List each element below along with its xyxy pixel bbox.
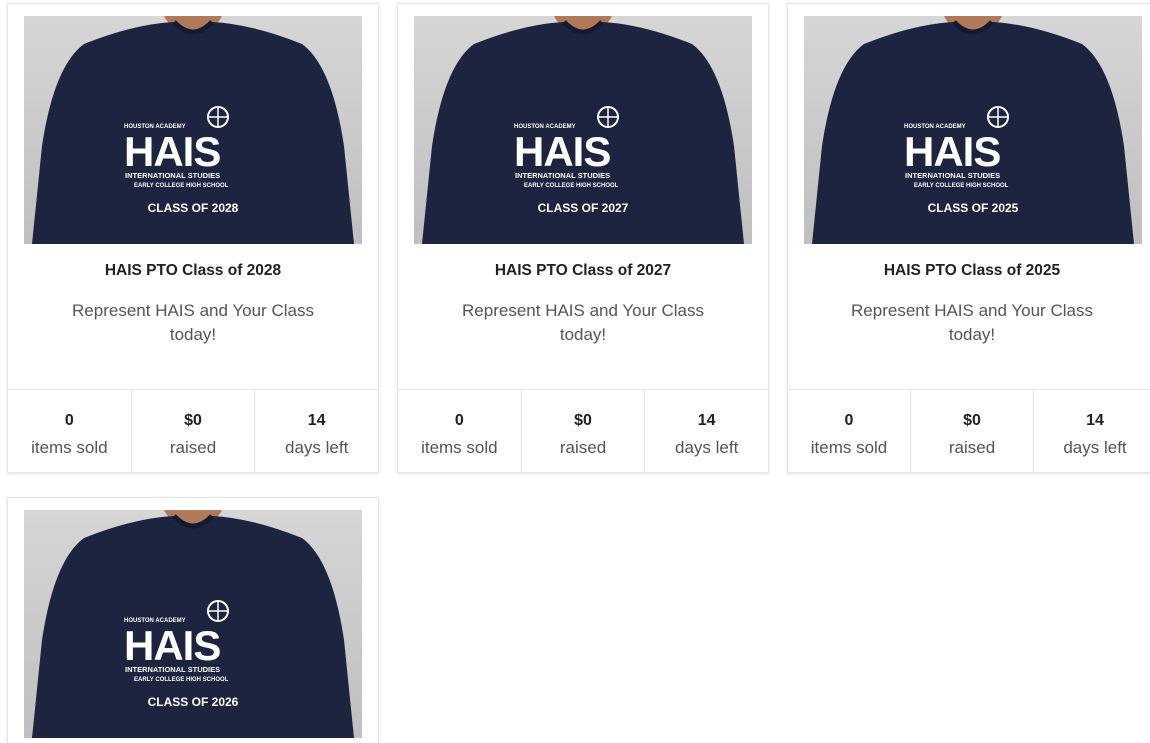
campaign-description: Represent HAIS and Your Class today! [72, 301, 314, 344]
campaign-description: Represent HAIS and Your Class today! [462, 301, 704, 344]
items-sold-value: 0 [844, 412, 854, 429]
shirt-logo-text: HAIS [514, 128, 610, 175]
stat-raised: $0 raised [910, 390, 1033, 472]
campaign-stats: 0 items sold $0 raised 14 days left [8, 389, 378, 472]
raised-label: raised [948, 438, 996, 457]
items-sold-value: 0 [454, 412, 464, 429]
product-image[interactable]: HOUSTON ACADEMY HAIS INTERNATIONAL STUDI… [24, 510, 362, 738]
campaign-card-2028[interactable]: HOUSTON ACADEMY HAIS INTERNATIONAL STUDI… [7, 3, 379, 473]
days-left-label: days left [675, 438, 739, 457]
raised-label: raised [169, 438, 217, 457]
shirt-class-text: CLASS OF 2025 [928, 201, 1019, 215]
raised-value: $0 [184, 412, 202, 429]
stat-days-left: 14 days left [254, 390, 378, 472]
product-image[interactable]: HOUSTON ACADEMY HAIS INTERNATIONAL STUDI… [804, 16, 1142, 244]
shirt-line2-text: EARLY COLLEGE HIGH SCHOOL [524, 183, 619, 189]
shirt-illustration: HOUSTON ACADEMY HAIS INTERNATIONAL STUDI… [422, 16, 744, 244]
days-left-label: days left [1063, 438, 1127, 457]
shirt-line2-text: EARLY COLLEGE HIGH SCHOOL [134, 677, 229, 683]
campaign-stats: 0 items sold $0 raised 14 days left [398, 389, 768, 472]
raised-label: raised [559, 438, 607, 457]
shirt-illustration: HOUSTON ACADEMY HAIS INTERNATIONAL STUDI… [812, 16, 1134, 244]
items-sold-value: 0 [64, 412, 74, 429]
stat-raised: $0 raised [130, 390, 255, 472]
campaign-title[interactable]: HAIS PTO Class of 2027 [398, 262, 768, 280]
days-left-value: 14 [697, 412, 716, 429]
shirt-line1-text: INTERNATIONAL STUDIES [125, 171, 220, 180]
shirt-class-text: CLASS OF 2026 [148, 695, 239, 709]
raised-value: $0 [574, 412, 592, 429]
campaign-description: Represent HAIS and Your Class today! [851, 301, 1093, 344]
stat-items-sold: 0 items sold [398, 390, 521, 472]
product-image[interactable]: HOUSTON ACADEMY HAIS INTERNATIONAL STUDI… [24, 16, 362, 244]
stat-items-sold: 0 items sold [788, 390, 910, 472]
items-sold-label: items sold [810, 438, 888, 457]
stat-items-sold: 0 items sold [8, 390, 131, 472]
shirt-logo-text: HAIS [904, 128, 1000, 175]
campaign-card-2026[interactable]: HOUSTON ACADEMY HAIS INTERNATIONAL STUDI… [7, 497, 379, 743]
raised-value: $0 [963, 412, 981, 429]
shirt-illustration: HOUSTON ACADEMY HAIS INTERNATIONAL STUDI… [32, 510, 354, 738]
campaign-title[interactable]: HAIS PTO Class of 2028 [8, 262, 378, 280]
shirt-line1-text: INTERNATIONAL STUDIES [515, 171, 610, 180]
campaign-stats: 0 items sold $0 raised 14 days left [788, 389, 1150, 472]
stat-days-left: 14 days left [1033, 390, 1150, 472]
shirt-logo-text: HAIS [124, 622, 220, 669]
campaign-card-2025[interactable]: HOUSTON ACADEMY HAIS INTERNATIONAL STUDI… [787, 3, 1150, 473]
shirt-line2-text: EARLY COLLEGE HIGH SCHOOL [134, 183, 229, 189]
shirt-line2-text: EARLY COLLEGE HIGH SCHOOL [914, 183, 1009, 189]
shirt-logo-text: HAIS [124, 128, 220, 175]
campaign-card-2027[interactable]: HOUSTON ACADEMY HAIS INTERNATIONAL STUDI… [397, 3, 769, 473]
days-left-value: 14 [307, 412, 326, 429]
shirt-class-text: CLASS OF 2028 [148, 201, 239, 215]
shirt-line1-text: INTERNATIONAL STUDIES [905, 171, 1000, 180]
stat-days-left: 14 days left [644, 390, 768, 472]
shirt-class-text: CLASS OF 2027 [538, 201, 629, 215]
shirt-illustration: HOUSTON ACADEMY HAIS INTERNATIONAL STUDI… [32, 16, 354, 244]
stat-raised: $0 raised [520, 390, 645, 472]
shirt-line1-text: INTERNATIONAL STUDIES [125, 665, 220, 674]
items-sold-label: items sold [31, 438, 108, 457]
product-image[interactable]: HOUSTON ACADEMY HAIS INTERNATIONAL STUDI… [414, 16, 752, 244]
campaign-title[interactable]: HAIS PTO Class of 2025 [788, 262, 1150, 280]
days-left-label: days left [285, 438, 349, 457]
days-left-value: 14 [1086, 412, 1104, 429]
items-sold-label: items sold [421, 438, 498, 457]
